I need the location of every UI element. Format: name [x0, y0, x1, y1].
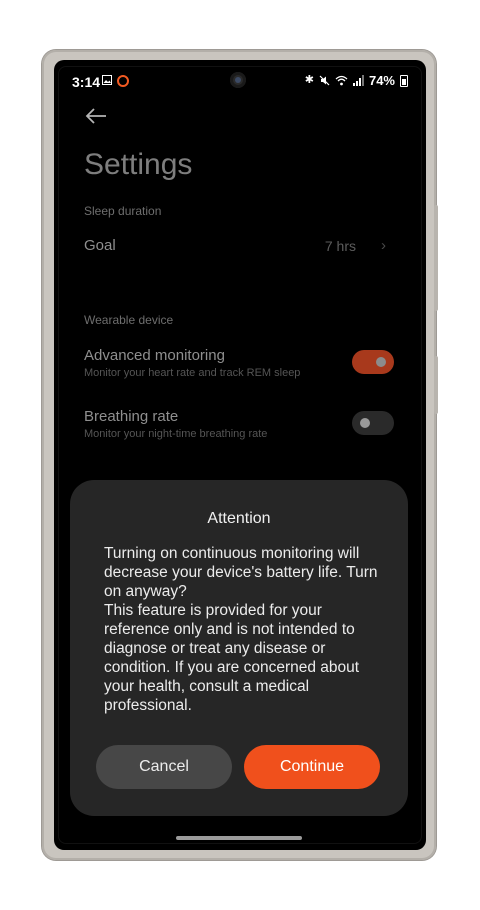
breathing-rate-subtitle: Monitor your night-time breathing rate [84, 428, 268, 440]
section-label-sleep-duration: Sleep duration [84, 204, 162, 218]
goal-value: 7 hrs [324, 238, 356, 254]
toggle-knob [360, 418, 370, 428]
gallery-icon [102, 75, 112, 85]
advanced-monitoring-toggle[interactable] [352, 350, 394, 374]
bluetooth-icon: ✱ [304, 74, 314, 86]
mute-icon [319, 75, 330, 86]
home-indicator[interactable] [176, 836, 302, 840]
phone-screen: 3:14 ✱ 74% Settings Sleep duration Goal … [54, 60, 426, 850]
signal-icon [352, 75, 364, 86]
power-button [434, 205, 438, 311]
battery-percent: 74% [368, 73, 395, 88]
cancel-button[interactable]: Cancel [96, 745, 232, 789]
dialog-title: Attention [207, 510, 271, 527]
status-time: 3:14 [72, 74, 101, 90]
advanced-monitoring-title: Advanced monitoring [84, 347, 225, 364]
section-label-wearable-device: Wearable device [84, 313, 174, 327]
volume-button [434, 356, 438, 414]
status-bar: 3:14 ✱ 74% [54, 60, 426, 100]
status-right: ✱ 74% [305, 73, 408, 88]
advanced-monitoring-subtitle: Monitor your heart rate and track REM sl… [84, 367, 301, 379]
chevron-right-icon: › [381, 237, 386, 254]
continue-button[interactable]: Continue [244, 745, 380, 789]
wifi-icon [335, 75, 348, 86]
front-camera [230, 72, 246, 88]
breathing-rate-toggle[interactable] [352, 411, 394, 435]
breathing-rate-title: Breathing rate [84, 408, 179, 425]
back-arrow-icon[interactable] [84, 106, 108, 126]
battery-icon [400, 74, 408, 87]
goal-title: Goal [84, 237, 116, 254]
attention-dialog: Attention Turning on continuous monitori… [70, 480, 408, 816]
toggle-knob [376, 357, 386, 367]
dialog-message: Turning on continuous monitoring will de… [104, 545, 378, 714]
ring-icon [117, 75, 129, 87]
page-title: Settings [84, 148, 193, 181]
